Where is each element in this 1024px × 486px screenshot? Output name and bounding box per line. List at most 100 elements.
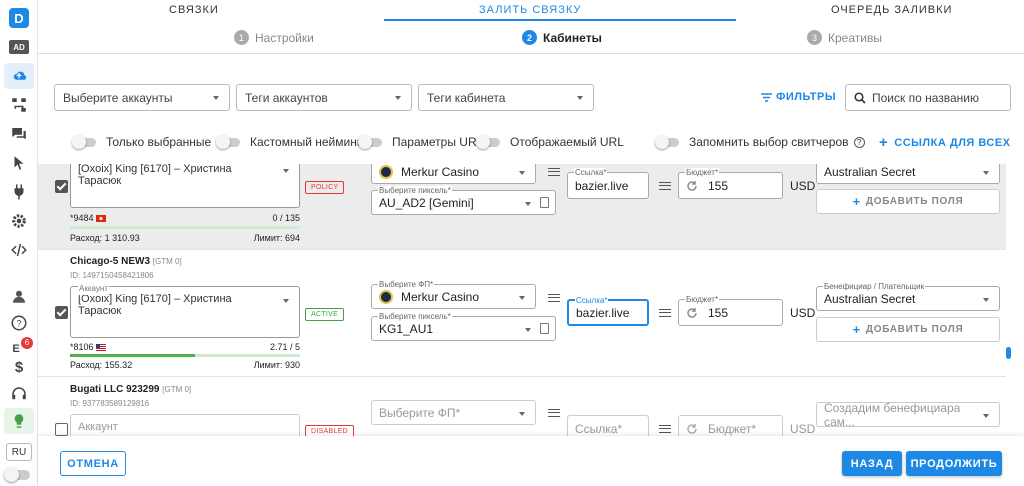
- beneficiary-select[interactable]: Создадим бенефициара сам...: [816, 401, 1000, 429]
- chevron-down-icon: [519, 412, 525, 416]
- copy-icon[interactable]: [540, 323, 549, 334]
- copy-icon[interactable]: [540, 197, 549, 208]
- row-checkbox[interactable]: [55, 423, 68, 436]
- pixel-select[interactable]: Выберите пиксель* KG1_AU1: [371, 312, 556, 341]
- plus-icon: +: [879, 134, 889, 151]
- tab-bundles[interactable]: СВЯЗКИ: [169, 4, 219, 16]
- chevron-down-icon: [395, 96, 401, 100]
- tab-upload-queue[interactable]: ОЧЕРЕДЬ ЗАЛИВКИ: [831, 4, 952, 16]
- account-spend: Расход: 155.32 Лимит: 930: [70, 360, 300, 370]
- search-input[interactable]: Поиск по названию: [845, 84, 1011, 111]
- user-avatar-icon[interactable]: [4, 283, 34, 309]
- refresh-icon[interactable]: [686, 180, 698, 192]
- search-icon: [854, 92, 866, 104]
- ad-icon[interactable]: AD: [4, 34, 34, 60]
- chevron-down-icon: [519, 296, 525, 300]
- account-select[interactable]: Аккаунт: [70, 414, 300, 436]
- account-select[interactable]: [Oxoix] King [6170] – Христина Тарасюк: [70, 164, 300, 208]
- add-fields-button[interactable]: + ДОБАВИТЬ ПОЛЯ: [816, 317, 1000, 342]
- continue-button[interactable]: ПРОДОЛЖИТЬ: [906, 451, 1002, 476]
- account-spend: Расход: 1 310.93 Лимит: 694: [70, 233, 300, 243]
- hierarchy-icon[interactable]: [4, 92, 34, 118]
- casino-logo-icon: [379, 289, 393, 304]
- tab-upload-bundle[interactable]: ЗАЛИТЬ СВЯЗКУ: [479, 4, 581, 16]
- scrollbar-thumb[interactable]: [1006, 347, 1011, 359]
- beneficiary-select[interactable]: Australian Secret: [816, 164, 1000, 184]
- theme-toggle[interactable]: [4, 467, 30, 482]
- add-link-all-button[interactable]: + ССЫЛКА ДЛЯ ВСЕХ: [879, 134, 1011, 151]
- fp-select[interactable]: Merkur Casino: [371, 164, 536, 184]
- plus-icon: +: [852, 194, 861, 209]
- table-row: Chicago-5 NEW3 [GTM 0] ID: 1497150458421…: [38, 250, 1006, 376]
- remember-switchers-switch[interactable]: Запомнить выбор свитчеров?: [655, 134, 865, 149]
- cabinet-id: ID: 937783589129816: [70, 399, 150, 408]
- headset-icon[interactable]: [4, 381, 34, 407]
- casino-logo-icon: [379, 164, 393, 179]
- chevron-down-icon: [519, 171, 525, 175]
- link-input[interactable]: Ссылка*: [567, 415, 649, 436]
- pixel-select[interactable]: Выберите пиксель* AU_AD2 [Gemini]: [371, 186, 556, 215]
- url-params-switch[interactable]: Параметры URL: [358, 134, 483, 149]
- step-settings[interactable]: 1 Настройки: [234, 30, 314, 45]
- row-checkbox[interactable]: [55, 180, 68, 193]
- display-url-switch[interactable]: Отображаемый URL: [476, 134, 624, 149]
- only-selected-switch[interactable]: Только выбранные: [72, 134, 211, 149]
- cursor-icon[interactable]: [4, 150, 34, 176]
- budget-input[interactable]: Бюджет*: [678, 415, 783, 436]
- upload-cloud-icon[interactable]: [4, 63, 34, 89]
- budget-input[interactable]: Бюджет* 155: [678, 168, 783, 199]
- menu-lines-icon[interactable]: [659, 309, 671, 317]
- accounts-select[interactable]: Выберите аккаунты: [54, 84, 230, 111]
- table-row: Bugati LLC 923299 [GTM 0] ID: 9377835891…: [38, 377, 1006, 436]
- link-input[interactable]: Ссылка* bazier.live: [567, 168, 649, 199]
- beneficiary-select[interactable]: Бенефициар / Плательщик Australian Secret: [816, 282, 1000, 311]
- account-select[interactable]: Аккаунт [Oxoix] King [6170] – Христина Т…: [70, 283, 300, 338]
- account-tags-select[interactable]: Теги аккаунтов: [236, 84, 412, 111]
- chevron-down-icon: [213, 96, 219, 100]
- budget-input[interactable]: Бюджет* 155: [678, 295, 783, 326]
- row-checkbox[interactable]: [55, 306, 68, 319]
- fp-select[interactable]: Выберите ФП* Merkur Casino: [371, 280, 536, 309]
- cabinet-tags-select[interactable]: Теги кабинета: [418, 84, 594, 111]
- logo-icon[interactable]: D: [4, 5, 34, 31]
- limit-progress: [70, 354, 300, 357]
- gear-icon[interactable]: [4, 208, 34, 234]
- menu-lines-icon[interactable]: [659, 182, 671, 190]
- custom-naming-switch[interactable]: Кастомный нейминг: [216, 134, 361, 149]
- notification-badge: 6: [21, 337, 33, 349]
- us-flag-icon: [95, 344, 106, 351]
- filters-button[interactable]: ФИЛЬТРЫ: [761, 91, 836, 103]
- lightbulb-icon[interactable]: [4, 408, 34, 434]
- step-creatives[interactable]: 3 Креативы: [807, 30, 882, 45]
- menu-lines-icon[interactable]: [659, 425, 671, 433]
- plug-icon[interactable]: [4, 179, 34, 205]
- language-switch[interactable]: RU: [6, 443, 32, 461]
- step-cabinets[interactable]: 2 Кабинеты: [522, 30, 602, 45]
- status-badge: POLICY: [305, 181, 345, 194]
- refresh-icon[interactable]: [686, 423, 698, 435]
- back-button[interactable]: НАЗАД: [842, 451, 902, 476]
- limit-progress-fill: [70, 354, 195, 357]
- chevron-down-icon: [283, 169, 289, 173]
- cabinet-id: ID: 1497150458421806: [70, 271, 154, 280]
- chevron-down-icon: [525, 202, 531, 206]
- menu-lines-icon[interactable]: [548, 409, 560, 417]
- help-icon[interactable]: ?: [4, 310, 34, 336]
- add-fields-button[interactable]: + ДОБАВИТЬ ПОЛЯ: [816, 189, 1000, 214]
- menu-lines-icon[interactable]: [548, 168, 560, 176]
- fp-select[interactable]: Выберите ФП*: [371, 400, 536, 425]
- dollar-icon[interactable]: $: [4, 354, 34, 380]
- menu-lines-icon[interactable]: [548, 294, 560, 302]
- active-tab-indicator: [384, 19, 736, 21]
- refresh-icon[interactable]: [686, 307, 698, 319]
- link-input[interactable]: Ссылка* bazier.live: [567, 296, 649, 326]
- help-icon[interactable]: ?: [853, 136, 865, 148]
- code-icon[interactable]: [4, 237, 34, 263]
- cancel-button[interactable]: ОТМЕНА: [60, 451, 126, 476]
- account-meta: *9484 0 / 135: [70, 213, 300, 223]
- currency-label: USD: [790, 179, 816, 193]
- status-badge: DISABLED: [305, 425, 355, 436]
- status-badge: ACTIVE: [305, 308, 345, 321]
- chevron-down-icon: [983, 414, 989, 418]
- chat-icon[interactable]: [4, 121, 34, 147]
